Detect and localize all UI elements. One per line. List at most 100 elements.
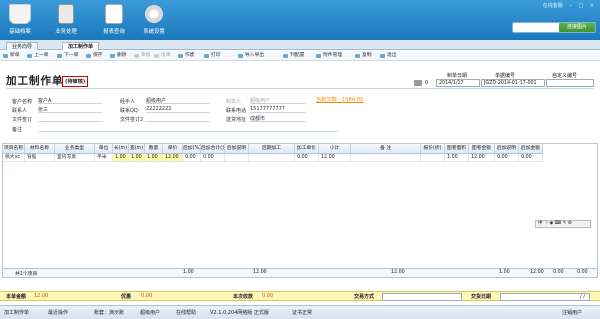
search-button[interactable]: 连接图片 xyxy=(559,23,595,32)
grid-column-header[interactable]: 后加金额 xyxy=(519,144,543,154)
customer-field[interactable]: 客户A xyxy=(38,97,102,104)
grid-cell[interactable]: 室内写真 xyxy=(55,154,95,162)
grid-column-header[interactable]: 后期加工 xyxy=(249,144,295,154)
tab-processing-order[interactable]: 加工制作单 xyxy=(62,42,100,50)
grid-cell[interactable]: 喷大vc xyxy=(3,154,25,162)
grid-column-header[interactable]: 图卷面积 xyxy=(445,144,469,154)
grid-column-header[interactable]: 数量 xyxy=(145,144,163,154)
received-value[interactable]: 0.00 xyxy=(262,293,273,299)
module-settings[interactable]: 系统设置 xyxy=(136,4,172,35)
file-sign2-field[interactable] xyxy=(146,115,210,122)
delete-button[interactable]: 删除 xyxy=(110,52,127,60)
attachment-button[interactable]: 附件管理 xyxy=(316,52,342,60)
pay-method-select[interactable] xyxy=(382,293,462,301)
grid-column-header[interactable]: 单价 xyxy=(163,144,183,154)
basket-icon xyxy=(9,4,31,24)
qq-label: 联系QQ xyxy=(120,108,138,114)
discount-value[interactable]: 0.00 xyxy=(141,293,152,299)
file-sign-field[interactable] xyxy=(38,115,102,122)
grid-column-header[interactable]: 备 注 xyxy=(351,144,421,154)
grid-cell[interactable] xyxy=(351,154,421,162)
save-button[interactable]: 保存 xyxy=(86,52,103,60)
grid-cell[interactable]: 0.00 xyxy=(495,154,519,162)
grid-summary-row: 共1个项目 1.00 12.00 12.00 1.00 12.00 0.00 0… xyxy=(3,268,597,277)
status-help[interactable]: 在线帮助 xyxy=(176,309,196,316)
grid-cell[interactable]: 1.00 xyxy=(445,154,469,162)
grid-cell[interactable]: 1.00 xyxy=(113,154,129,162)
chart-icon xyxy=(105,4,123,24)
address-field[interactable]: 成都市 xyxy=(250,115,306,122)
grid-cell[interactable]: 平米 xyxy=(95,154,113,162)
custom-no-header: 自定义编号 xyxy=(552,73,578,79)
online-service-link[interactable]: 在线客服 xyxy=(543,3,563,9)
page-title: 加工制作单 xyxy=(6,75,64,87)
grid-cell[interactable]: 0.00 xyxy=(295,154,319,162)
column-config-button[interactable]: 列配置 xyxy=(283,52,304,60)
grid-column-header[interactable]: 后加合计(元) xyxy=(201,144,225,154)
contact-field[interactable]: 张三 xyxy=(38,106,102,113)
void-button[interactable]: 作废 xyxy=(178,52,195,60)
exit-button[interactable]: 退出 xyxy=(380,52,397,60)
date-picker[interactable]: 2014/1/17 xyxy=(436,79,480,87)
audit-button: 审核 xyxy=(134,52,151,60)
grid-column-header[interactable]: 后加(%) xyxy=(183,144,201,154)
grid-column-header[interactable]: 宽(m) xyxy=(129,144,145,154)
search-input[interactable]: 连接图片 xyxy=(512,22,596,33)
grid-column-header[interactable]: 加工单价 xyxy=(295,144,319,154)
grid-cell[interactable]: 0.00 xyxy=(519,154,543,162)
grid-column-header[interactable]: 报价(折) xyxy=(421,144,445,154)
remark-field[interactable] xyxy=(38,125,338,132)
grid-cell[interactable]: 12.00 xyxy=(163,154,183,162)
prev-button[interactable]: 上一单 xyxy=(27,52,48,60)
calculator-icon xyxy=(58,4,74,24)
grid-column-header[interactable]: 图卷金额 xyxy=(469,144,495,154)
grid-cell[interactable]: 12.00 xyxy=(469,154,495,162)
logout-button[interactable]: 注销用户 xyxy=(562,309,582,316)
grid-cell[interactable] xyxy=(249,154,295,162)
grid-cell[interactable]: 0.00 xyxy=(201,154,225,162)
status-recent[interactable]: 最近操作 xyxy=(48,309,68,316)
grid-column-header[interactable]: 长(m) xyxy=(113,144,129,154)
module-label: 业务处理 xyxy=(55,29,77,35)
grid-cell[interactable]: 背胶 xyxy=(25,154,55,162)
handler-field[interactable]: 超级用户 xyxy=(146,97,210,104)
module-basic-files[interactable]: 基础档案 xyxy=(2,4,38,35)
totals-bar: 本单金额 12.00 优惠 0.00 本次收款 0.00 交易方式 交货日期 /… xyxy=(0,291,600,301)
copy-button[interactable]: 复制 xyxy=(355,52,372,60)
grid-cell[interactable] xyxy=(225,154,249,162)
grid-column-header[interactable]: 后加说明 xyxy=(225,144,249,154)
module-reports[interactable]: 报表查询 xyxy=(96,4,132,35)
close-icon[interactable]: ✕ xyxy=(590,3,594,9)
print-button[interactable]: 打印 xyxy=(204,52,221,60)
grid-column-header[interactable]: 业务类型 xyxy=(55,144,95,154)
module-business[interactable]: 业务处理 xyxy=(48,4,84,35)
docno-field[interactable]: JGZD-2014-01-17-001 xyxy=(481,79,545,87)
custom-no-field[interactable] xyxy=(546,79,594,87)
tab-business-wizard[interactable]: 业务向导 xyxy=(6,42,39,50)
minimize-icon[interactable]: – xyxy=(569,3,572,9)
new-button[interactable]: 新单 xyxy=(3,52,20,60)
module-label: 报表查询 xyxy=(103,29,125,35)
current-debt-link[interactable]: 当前欠款：1584.00 xyxy=(316,96,363,103)
next-button[interactable]: 下一单 xyxy=(57,52,78,60)
ime-toolbar[interactable]: 中 ☽ ◉ ⌨ ✎ ⚙ xyxy=(535,220,591,228)
remark-label: 备注 xyxy=(12,127,23,133)
grid-cell[interactable]: 0.00 xyxy=(183,154,201,162)
grid-cell[interactable] xyxy=(421,154,445,162)
grid-cell[interactable]: 12.00 xyxy=(319,154,351,162)
delivery-date-picker[interactable]: / / xyxy=(500,293,590,301)
grid-column-header[interactable]: 材料名称 xyxy=(25,144,55,154)
grid-column-header[interactable]: 单位 xyxy=(95,144,113,154)
grid-column-header[interactable]: 项目名称 xyxy=(3,144,25,154)
status-module[interactable]: 加工制作单 xyxy=(4,309,29,316)
tab-strip: 业务向导 加工制作单 xyxy=(0,40,600,50)
grid-cell[interactable]: 1.00 xyxy=(145,154,163,162)
qq-field[interactable]: 22222222 xyxy=(146,106,210,113)
import-export-button[interactable]: 导入导出 xyxy=(238,52,264,60)
grid-column-header[interactable]: 小计 xyxy=(319,144,351,154)
maximize-icon[interactable]: □ xyxy=(578,3,583,9)
phone-field[interactable]: 15177777777 xyxy=(250,106,306,113)
grid-cell[interactable]: 1.00 xyxy=(129,154,145,162)
grid-column-header[interactable]: 后加说明 xyxy=(495,144,519,154)
unaudit-button: 反审 xyxy=(154,52,171,60)
